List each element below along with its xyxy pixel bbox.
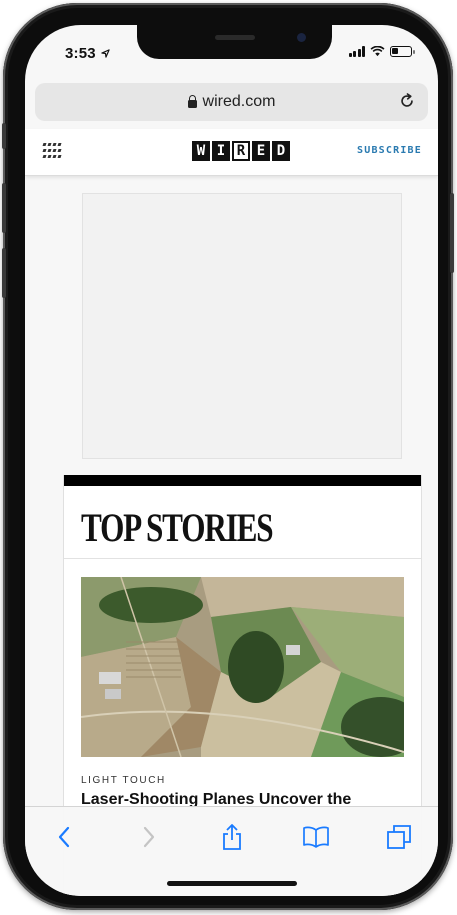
back-button[interactable]: [49, 823, 79, 851]
wired-logo[interactable]: W I R E D: [192, 141, 290, 161]
logo-letter: E: [252, 141, 270, 161]
address-bar[interactable]: wired.com: [35, 83, 428, 121]
lock-icon: [187, 95, 197, 108]
phone-frame: 3:53 wired.com W I R E D SUBSCRIBE TOP S…: [2, 3, 454, 910]
logo-letter: I: [212, 141, 230, 161]
location-arrow-icon: [101, 49, 110, 58]
bookmarks-book-icon: [303, 826, 329, 848]
logo-letter: W: [192, 141, 210, 161]
reload-icon[interactable]: [398, 92, 416, 110]
speaker-grille: [215, 35, 255, 40]
tabs-button[interactable]: [384, 823, 414, 851]
story-image[interactable]: [81, 577, 404, 757]
subscribe-link[interactable]: SUBSCRIBE: [357, 145, 422, 156]
cellular-signal-icon: [348, 46, 365, 57]
ad-placeholder: [82, 193, 402, 459]
back-chevron-icon: [58, 826, 70, 848]
tabs-icon: [387, 825, 411, 849]
logo-letter: D: [272, 141, 290, 161]
grid-menu-icon[interactable]: [42, 143, 62, 159]
notch: [137, 25, 332, 59]
share-button[interactable]: [217, 823, 247, 851]
url-text: wired.com: [202, 93, 276, 110]
story-kicker[interactable]: LIGHT TOUCH: [81, 775, 166, 786]
logo-letter: R: [232, 141, 250, 161]
status-indicators: [348, 46, 415, 57]
aerial-farmland-image: [81, 577, 404, 757]
home-indicator[interactable]: [167, 881, 297, 886]
volume-up-button: [2, 183, 6, 233]
share-icon: [223, 824, 241, 850]
mute-switch: [2, 123, 6, 149]
battery-icon: [390, 46, 415, 57]
front-camera: [297, 33, 306, 42]
forward-button[interactable]: [134, 823, 164, 851]
volume-down-button: [2, 248, 6, 298]
section-divider: [64, 558, 421, 559]
side-button: [450, 193, 454, 273]
bookmarks-button[interactable]: [301, 823, 331, 851]
wifi-icon: [370, 46, 385, 57]
phone-screen: 3:53 wired.com W I R E D SUBSCRIBE TOP S…: [25, 25, 438, 896]
section-title: TOP STORIES: [81, 505, 274, 550]
site-header: W I R E D SUBSCRIBE: [25, 129, 438, 176]
forward-chevron-icon: [143, 826, 155, 848]
status-time: 3:53: [65, 45, 110, 62]
section-top-bar: [64, 475, 421, 486]
